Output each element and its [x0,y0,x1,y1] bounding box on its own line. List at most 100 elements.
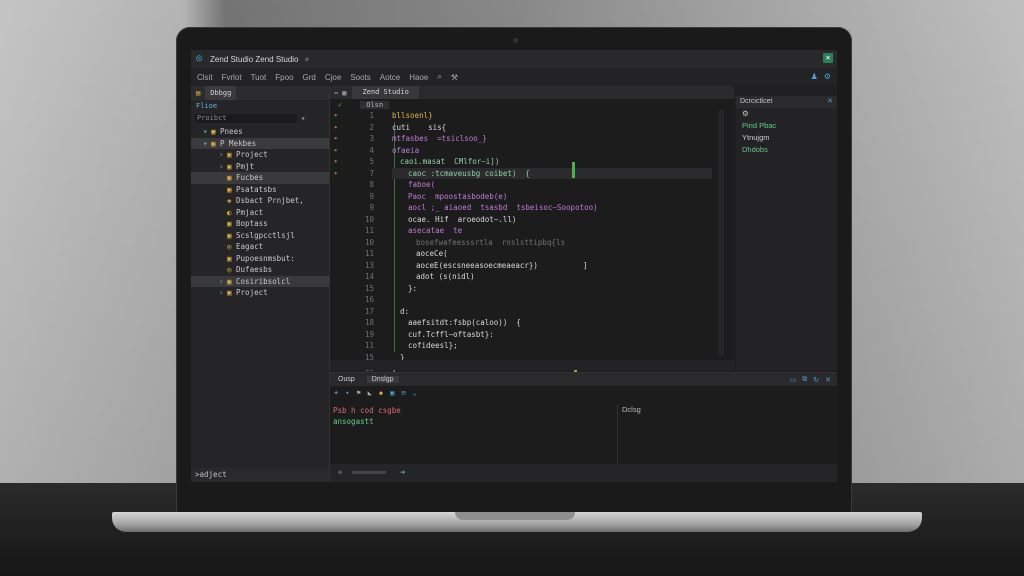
tree-expand-icon[interactable]: › [219,161,227,173]
code-line[interactable]: ocae. Hif aroeodot—.ll) [392,214,712,226]
restore-icon[interactable]: ⧉ [802,376,807,384]
resume-icon[interactable]: ◆ [379,389,383,397]
tree-item[interactable]: ▣ Scslgpcctlsjl [191,230,329,242]
line-number: 7 [369,168,374,178]
grid-icon[interactable]: ▦ [342,89,346,97]
chevron-down-icon[interactable]: ⌄ [413,389,417,397]
arrow-left-icon[interactable]: ⇔ [334,89,338,97]
close-button[interactable]: ✕ [823,53,833,63]
tree-item-label: Project [236,288,268,297]
tree-item[interactable]: › ▣ Pmjt [191,161,329,173]
code-text[interactable]: bllsoenl} cuti sis{mtfasbes =tsiclsoo_} of… [392,110,712,386]
code-line[interactable]: asecatae te [392,225,712,237]
menu-item[interactable]: Soots [350,73,370,82]
code-line[interactable]: }: [392,283,712,295]
tree-item[interactable]: ◎ Dufaesbs [191,264,329,276]
code-line[interactable]: aaefsitdt:fsbp(caloo)) { [392,317,712,329]
settings-icon[interactable]: ⚙ [824,72,831,81]
editor-tab[interactable]: Zend Studio [352,86,419,99]
tree-item[interactable]: ◎ Eagact [191,241,329,253]
close-icon[interactable]: ✕ [825,376,831,384]
menu-item[interactable]: Fvrlot [222,73,242,82]
menu-item[interactable]: Clsit [197,73,213,82]
code-line[interactable]: caoi.masat CMlfor—i]) [392,156,712,168]
code-line[interactable]: mtfasbes =tsiclsoo_} [392,133,712,145]
outline-item[interactable]: Pirid Pbac [736,120,837,132]
menu-item[interactable]: Tuot [251,73,267,82]
tree-item[interactable]: ▣ Psatatsbs [191,184,329,196]
tree-item[interactable]: ◐ Pmjact [191,207,329,219]
project-search-input[interactable]: Proibct [195,113,297,123]
folder-icon[interactable]: ▤ [191,86,205,100]
code-line[interactable]: d: [392,306,712,318]
code-line[interactable]: bosefwafeesssrtla rnslsttipbq{ls [392,237,712,249]
tree-item[interactable]: ▾ ▣ P Mekbes [191,137,329,150]
tool-icon[interactable]: ⚒ [451,73,458,82]
menu-item[interactable]: Haoe [409,73,428,82]
tree-item[interactable]: › ▣ Project [191,287,329,299]
pin-icon[interactable]: ✢ [338,468,342,476]
dropdown-icon[interactable]: ▾ [345,389,349,397]
gutter-marker [334,317,342,329]
code-line[interactable]: aoceCe( [392,248,712,260]
tree-item-label: Pmjact [236,207,264,217]
code-line[interactable]: cuf.Tcffl—oftasbt}: [392,329,712,341]
editor-vertical-scrollbar[interactable] [718,110,724,355]
tree-expand-icon[interactable]: › [219,276,227,288]
tree-expand-icon[interactable]: ▾ [203,138,211,150]
outline-item[interactable]: Dhdobs [736,144,837,156]
tree-item[interactable]: ◈ Dsbact Prnjbet, [191,195,329,207]
folder-icon[interactable]: ▣ [390,389,394,397]
gutter-marker [334,271,342,283]
code-line[interactable] [392,294,712,306]
tree-item[interactable]: ▣ Pupoesnmsbut: [191,253,329,265]
tree-item[interactable]: ▣ Fucbes [191,172,329,184]
menu-item[interactable]: Aotce [380,73,400,82]
window-icon[interactable]: ⊟ [401,389,405,397]
line-number: 9 [369,203,374,212]
tag-icon[interactable]: ⚑ [356,389,360,397]
star-icon[interactable]: ★ [301,114,305,122]
tab-project[interactable]: Dbbgg [205,86,237,100]
tab-output[interactable]: Ousp [338,376,355,383]
project-bottom-field[interactable]: >adject [191,468,329,482]
code-line[interactable]: caoc :tcmaveusbg coibet) { [392,167,712,179]
code-line[interactable]: aocl ;_ aiaoed tsasbd tsbeisoc—Soopotoo) [392,202,712,214]
run-arrow-icon[interactable]: ➔ [400,468,405,478]
tree-item[interactable]: › ▣ Cosiribsolcl [191,275,329,288]
menu-item[interactable]: Cjoe [325,73,341,82]
code-line[interactable]: ofaeia [392,145,712,157]
menu-item[interactable]: Fpoo [275,73,293,82]
code-line[interactable]: cuti sis{ [392,122,712,134]
add-icon[interactable]: + [334,389,338,397]
tree-expand-icon[interactable]: ▾ ▾ [203,126,217,138]
tree-item[interactable]: ▾ ▾▣ Pnees [191,126,329,138]
code-line[interactable]: Paoc mpoostasbodeb(e) [392,191,712,203]
search-icon[interactable]: ⌕ [305,55,310,64]
outline-item[interactable]: Ytnujgm [736,132,837,144]
tree-expand-icon[interactable]: › [219,149,227,161]
code-line[interactable]: faboe( [392,179,712,191]
code-line[interactable]: aoceE(escsneeasoecmeaeacr}) ] [392,260,712,272]
tree-item[interactable]: ▣ Boptass [191,218,329,230]
editor-breadcrumb[interactable]: Olsn [360,100,390,109]
search-icon[interactable]: ⌕ [437,72,441,82]
gutter-marker [334,306,342,318]
outline-toggle-icon[interactable]: ⚙ [736,108,837,120]
step-icon[interactable]: ◣ [368,389,372,397]
tree-expand-icon[interactable]: › [219,287,227,299]
tree-item[interactable]: › ▣ Project [191,149,329,161]
code-line[interactable]: bllsoenl} [392,110,712,122]
line-number: 19 [364,329,374,339]
minimize-icon[interactable]: ▭ [790,376,797,384]
code-line[interactable]: cofideesl}; [392,340,712,352]
folder-icon: ▣ [227,161,237,171]
code-line[interactable]: adot (s(nidl) [392,271,712,283]
menu-item[interactable]: Grd [303,73,316,82]
close-icon[interactable]: ✕ [827,96,833,108]
editor-horizontal-scrollbar[interactable] [330,360,734,370]
user-icon[interactable]: ♟ [811,72,818,81]
tab-debug[interactable]: Dnslgp [366,376,399,383]
refresh-icon[interactable]: ↻ [813,376,819,384]
tree-item-label: Fucbes [236,173,264,182]
